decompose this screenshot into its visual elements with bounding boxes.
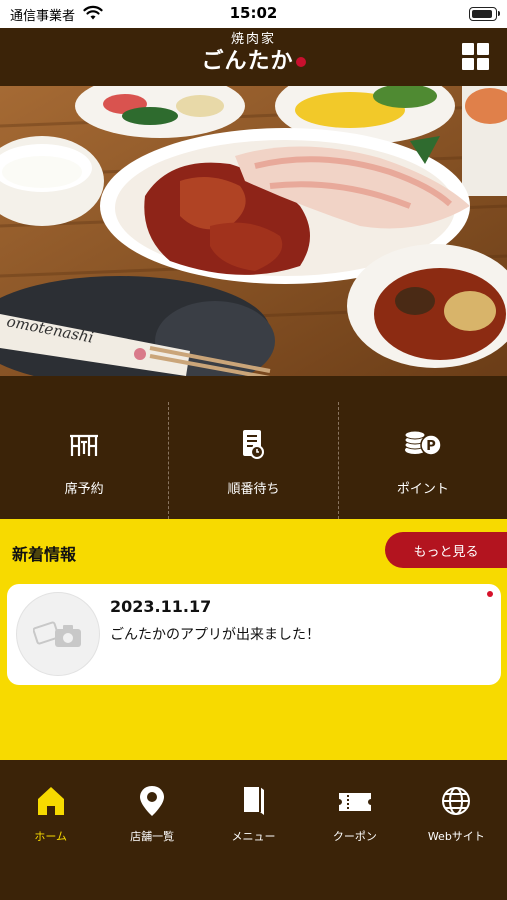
battery-icon <box>469 7 500 21</box>
points-label: ポイント <box>396 482 449 497</box>
ticket-icon <box>338 793 371 811</box>
queue-ticket-icon <box>243 430 265 459</box>
home-icon <box>37 787 64 815</box>
quick-actions: 席予約 順番待ち P ポイント <box>0 402 507 519</box>
grid-menu-button[interactable] <box>462 43 489 70</box>
points-coins-icon: P <box>404 430 442 456</box>
tab-store-list[interactable]: 店舗一覧 <box>101 760 202 900</box>
tab-home[interactable]: ホーム <box>0 760 101 900</box>
map-pin-icon <box>140 786 165 816</box>
hero-image: omotenashi <box>0 86 507 376</box>
globe-icon <box>442 787 471 815</box>
book-icon <box>243 787 264 815</box>
hero-divider <box>0 376 507 402</box>
news-text: ごんたかのアプリが出来ました！ <box>110 627 320 643</box>
points-button[interactable]: P ポイント <box>337 402 507 519</box>
see-more-button[interactable]: もっと見る <box>385 532 507 568</box>
photo-placeholder-icon <box>33 621 81 647</box>
brand-logo: 焼肉家 ごんたか <box>0 32 507 74</box>
status-bar: 通信事業者 15:02 <box>0 0 507 28</box>
news-heading: 新着情報 <box>12 545 77 564</box>
app-screen: 通信事業者 15:02 焼肉家 ごんたか omotenashi 席予約 順番待ち… <box>0 0 507 900</box>
tab-home-label: ホーム <box>34 830 68 843</box>
tab-coupon-label: クーポン <box>332 830 377 843</box>
seat-reservation-label: 席予約 <box>64 482 104 497</box>
news-item[interactable]: 2023.11.17 ごんたかのアプリが出来ました！ <box>7 584 501 685</box>
logo-subtitle: 焼肉家 <box>230 32 276 47</box>
unread-indicator <box>487 591 493 597</box>
clock: 15:02 <box>229 4 278 22</box>
queue-ticket-label: 順番待ち <box>227 482 280 497</box>
tab-website-label: Webサイト <box>427 830 485 843</box>
logo-seal-icon <box>295 57 306 67</box>
seat-reservation-button[interactable]: 席予約 <box>0 402 168 519</box>
svg-text:P: P <box>426 439 436 454</box>
seat-reservation-icon <box>70 434 99 456</box>
app-header: 焼肉家 ごんたか <box>0 28 507 86</box>
tab-menu-label: メニュー <box>231 830 276 843</box>
news-date: 2023.11.17 <box>110 597 212 616</box>
queue-ticket-button[interactable]: 順番待ち <box>168 402 337 519</box>
tab-store-list-label: 店舗一覧 <box>130 830 175 843</box>
tab-coupon[interactable]: クーポン <box>304 760 405 900</box>
tab-website[interactable]: Webサイト <box>406 760 507 900</box>
logo-title: ごんたか <box>201 48 294 74</box>
bottom-tab-bar: ホーム 店舗一覧 メニュー クーポン Webサイト <box>0 760 507 900</box>
tab-menu[interactable]: メニュー <box>203 760 304 900</box>
news-section: 新着情報 もっと見る 2023.11.17 ごんたかのアプリが出来ました！ <box>0 519 507 760</box>
news-thumbnail <box>16 592 100 676</box>
